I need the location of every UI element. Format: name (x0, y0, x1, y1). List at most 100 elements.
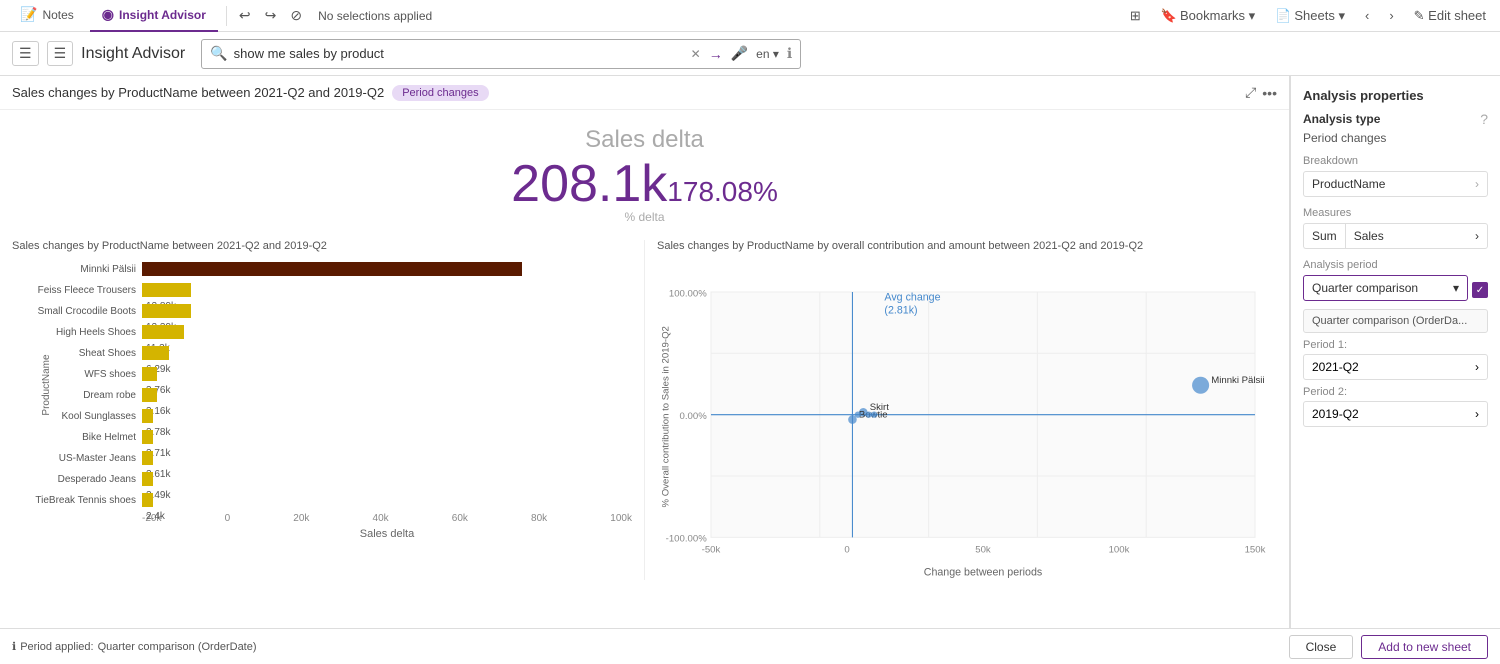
bar-row: Small Crocodile Boots12.39k (12, 302, 632, 320)
bar-x-axis-label: Sales delta (142, 528, 632, 540)
main-content: Sales changes by ProductName between 202… (0, 76, 1500, 628)
language-selector[interactable]: en ▾ (756, 47, 779, 61)
delta-values: 208.1k178.08% (0, 154, 1289, 214)
second-toolbar: ☰ ☰ Insight Advisor 🔍 ✕ → 🎤 en ▾ ℹ (0, 32, 1500, 76)
nav-cancel-btn[interactable]: ⊘ (286, 5, 306, 26)
nav-redo-btn[interactable]: ↪ (261, 5, 281, 26)
svg-text:0.00%: 0.00% (680, 411, 708, 422)
bookmarks-btn[interactable]: 🔖 Bookmarks ▾ (1155, 6, 1261, 26)
delta-label: Sales delta (0, 126, 1289, 154)
bar-label: Desperado Jeans (12, 474, 142, 485)
sheets-label: Sheets ▾ (1294, 8, 1345, 24)
search-input[interactable] (234, 46, 687, 61)
analysis-type-label: Analysis type (1303, 112, 1380, 126)
expand-btn[interactable]: ⤢ (1245, 84, 1256, 101)
bar-label: Sheat Shoes (12, 348, 142, 359)
scatter-chart-title: Sales changes by ProductName by overall … (657, 240, 1277, 252)
help-icon[interactable]: ? (1480, 111, 1488, 127)
right-panel-toggle[interactable]: ☰ (47, 41, 74, 66)
delta-value: 208.1k (511, 155, 667, 213)
period-select-option: Quarter comparison (OrderDa... (1303, 309, 1488, 333)
search-submit-icon[interactable]: → (709, 46, 723, 62)
insight-icon: ◉ (102, 6, 114, 23)
tab-insight-advisor[interactable]: ◉ Insight Advisor (90, 0, 218, 32)
bar-container: 3.76k (142, 367, 632, 381)
bar-fill (142, 283, 191, 297)
bar-value: 2.4k (146, 511, 165, 522)
period1-detail[interactable]: 2021-Q2 › (1303, 354, 1488, 380)
search-clear-icon[interactable]: ✕ (691, 47, 701, 61)
bar-label: Bike Helmet (12, 432, 142, 443)
nav-undo-btn[interactable]: ↩ (235, 5, 255, 26)
edit-sheet-btn[interactable]: ✎ Edit sheet (1408, 6, 1492, 26)
bar-chart-panel: Sales changes by ProductName between 202… (0, 240, 644, 580)
scatter-svg: Avg change(2.81k)100.00%0.00%-100.00%-50… (657, 260, 1277, 580)
chart-header-actions: ⤢ ••• (1245, 84, 1277, 101)
bar-row: High Heels Shoes11.3k (12, 323, 632, 341)
svg-text:% Overall contribution to Sale: % Overall contribution to Sales in 2019-… (660, 326, 671, 507)
tab-notes[interactable]: 📝 Notes (8, 0, 86, 32)
bar-fill (142, 451, 153, 465)
svg-text:-100.00%: -100.00% (666, 534, 708, 545)
bar-container: 2.4k (142, 493, 632, 507)
bar-row: Desperado Jeans2.49k (12, 470, 632, 488)
scatter-chart-panel: Sales changes by ProductName by overall … (644, 240, 1289, 580)
bar-container: 2.61k (142, 451, 632, 465)
left-panel-toggle[interactable]: ☰ (12, 41, 39, 66)
center-panel: Sales changes by ProductName between 202… (0, 76, 1290, 628)
nav-next-btn[interactable]: › (1383, 6, 1399, 25)
bar-fill (142, 367, 157, 381)
bar-fill (142, 262, 522, 276)
period2-label: Period 2: (1303, 386, 1488, 398)
period2-detail[interactable]: 2019-Q2 › (1303, 401, 1488, 427)
analysis-properties-title: Analysis properties (1303, 88, 1488, 103)
period1-label: Period 1: (1303, 339, 1488, 351)
period-checkbox[interactable]: ✓ (1472, 282, 1488, 298)
svg-text:Change between periods: Change between periods (924, 567, 1043, 579)
chart-header: Sales changes by ProductName between 202… (0, 76, 1289, 110)
close-button[interactable]: Close (1289, 635, 1354, 659)
bottom-info-icon: ℹ (12, 640, 16, 653)
search-icon: 🔍 (210, 45, 227, 62)
bottom-actions: Close Add to new sheet (1289, 635, 1488, 659)
breakdown-chevron: › (1475, 177, 1479, 191)
bar-label: Kool Sunglasses (12, 411, 142, 422)
sheets-btn[interactable]: 📄 Sheets ▾ (1269, 6, 1351, 26)
svg-text:50k: 50k (975, 544, 991, 555)
breakdown-item[interactable]: ProductName › (1303, 171, 1488, 197)
period-applied-value: Quarter comparison (OrderDate) (98, 641, 257, 653)
add-to-sheet-button[interactable]: Add to new sheet (1361, 635, 1488, 659)
chart-header-title: Sales changes by ProductName between 202… (12, 85, 384, 100)
bar-container: 12.39k (142, 304, 632, 318)
nav-prev-btn[interactable]: ‹ (1359, 6, 1375, 25)
period-select[interactable]: Quarter comparison ▾ (1303, 275, 1468, 301)
nav-right: ⊞ 🔖 Bookmarks ▾ 📄 Sheets ▾ ‹ › ✎ Edit sh… (1124, 6, 1492, 26)
svg-text:-50k: -50k (702, 544, 721, 555)
bar-chart: ProductName Minnki PälsiiFeiss Fleece Tr… (12, 260, 632, 509)
measures-sum[interactable]: Sum (1303, 223, 1345, 249)
analysis-type-value: Period changes (1303, 131, 1488, 145)
bar-row: Bike Helmet2.71k (12, 428, 632, 446)
analysis-period-label: Analysis period (1303, 259, 1488, 271)
measures-sales[interactable]: Sales › (1345, 223, 1488, 249)
measures-label: Measures (1303, 207, 1488, 219)
bar-row: US-Master Jeans2.61k (12, 449, 632, 467)
charts-row: Sales changes by ProductName between 202… (0, 232, 1289, 588)
grid-view-btn[interactable]: ⊞ (1124, 6, 1147, 26)
delta-section: Sales delta 208.1k178.08% % delta (0, 110, 1289, 232)
svg-text:100.00%: 100.00% (669, 288, 707, 299)
bar-fill (142, 325, 184, 339)
bar-row: Sheat Shoes6.29k (12, 344, 632, 362)
bar-label: High Heels Shoes (12, 327, 142, 338)
more-options-btn[interactable]: ••• (1262, 84, 1277, 101)
bar-row: Kool Sunglasses2.78k (12, 407, 632, 425)
bar-container: 2.78k (142, 409, 632, 423)
tab-insight-label: Insight Advisor (119, 8, 206, 22)
mic-icon[interactable]: 🎤 (731, 45, 748, 62)
nav-actions: ↩ ↪ ⊘ (235, 5, 306, 26)
bookmarks-label: Bookmarks ▾ (1180, 8, 1255, 24)
period-select-value: Quarter comparison (1312, 281, 1418, 295)
info-icon[interactable]: ℹ (787, 45, 792, 62)
sheets-icon: 📄 (1275, 8, 1291, 24)
bar-row: Dream robe3.16k (12, 386, 632, 404)
